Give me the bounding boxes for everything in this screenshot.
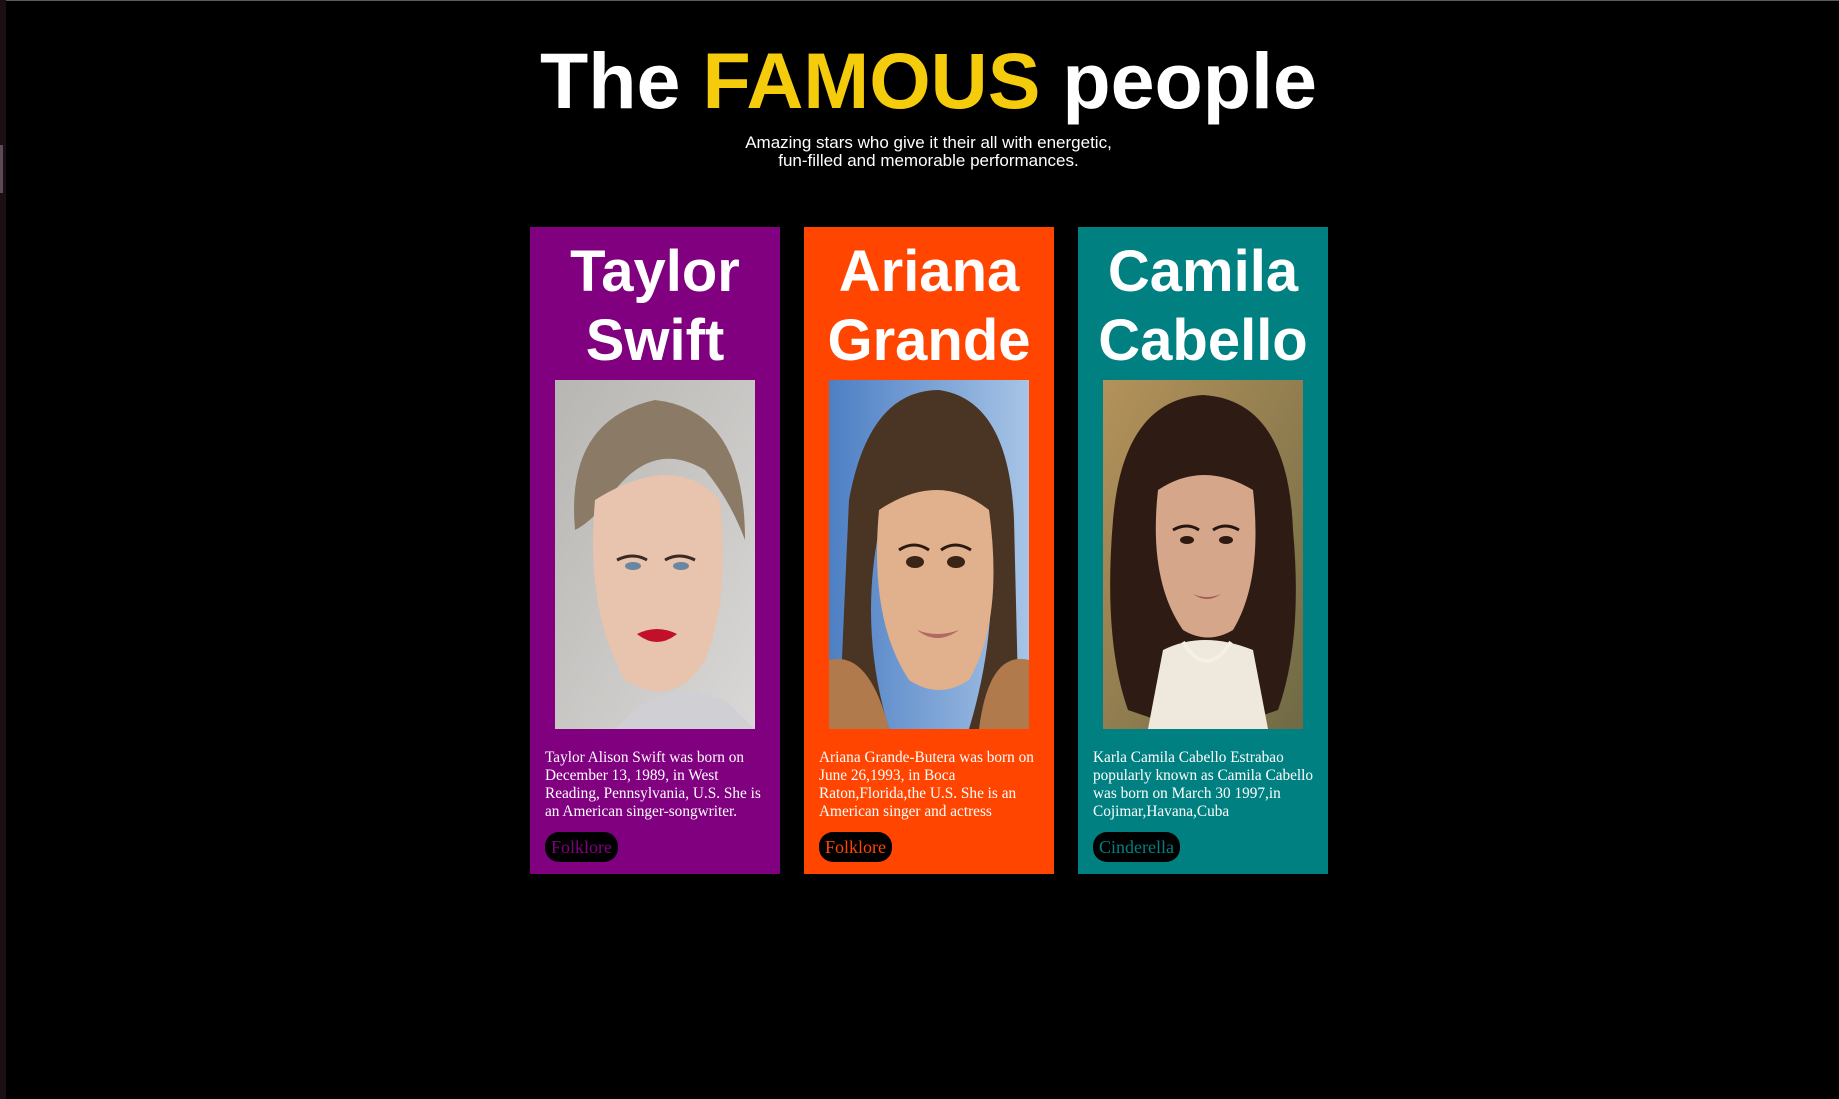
card-bio: Taylor Alison Swift was born on December… — [545, 749, 761, 820]
title-prefix: The — [540, 36, 703, 125]
camila-cabello-photo — [1103, 380, 1303, 729]
card-name: Camila Cabello — [1098, 239, 1308, 373]
left-edge-mark — [0, 145, 3, 193]
cinderella-button[interactable]: Cinderella — [1093, 832, 1180, 862]
card-name: Taylor Swift — [570, 239, 740, 373]
card-camila-cabello: Camila Cabello Karla Camila Cabello Estr… — [1078, 227, 1328, 874]
card-bio: Ariana Grande-Butera was born on June 26… — [819, 749, 1034, 820]
ariana-grande-photo — [829, 380, 1029, 729]
taylor-swift-photo — [555, 380, 755, 729]
title-highlight: FAMOUS — [702, 36, 1041, 125]
folklore-button[interactable]: Folklore — [545, 832, 618, 862]
left-edge-strip — [0, 0, 6, 1099]
card-name: Ariana Grande — [827, 239, 1031, 373]
top-border — [0, 0, 1839, 1]
folklore-button[interactable]: Folklore — [819, 832, 892, 862]
card-taylor-swift: Taylor Swift Taylor Alison Swift was bor… — [530, 227, 780, 874]
card-bio: Karla Camila Cabello Estrabao popularly … — [1093, 749, 1314, 820]
title-suffix: people — [1040, 36, 1317, 125]
page-subtitle: Amazing stars who give it their all with… — [745, 133, 1112, 170]
page: The FAMOUS people Amazing stars who give… — [0, 0, 1839, 1099]
card-ariana-grande: Ariana Grande Ariana Grande-Butera was b… — [804, 227, 1054, 874]
page-title: The FAMOUS people — [0, 36, 1839, 126]
